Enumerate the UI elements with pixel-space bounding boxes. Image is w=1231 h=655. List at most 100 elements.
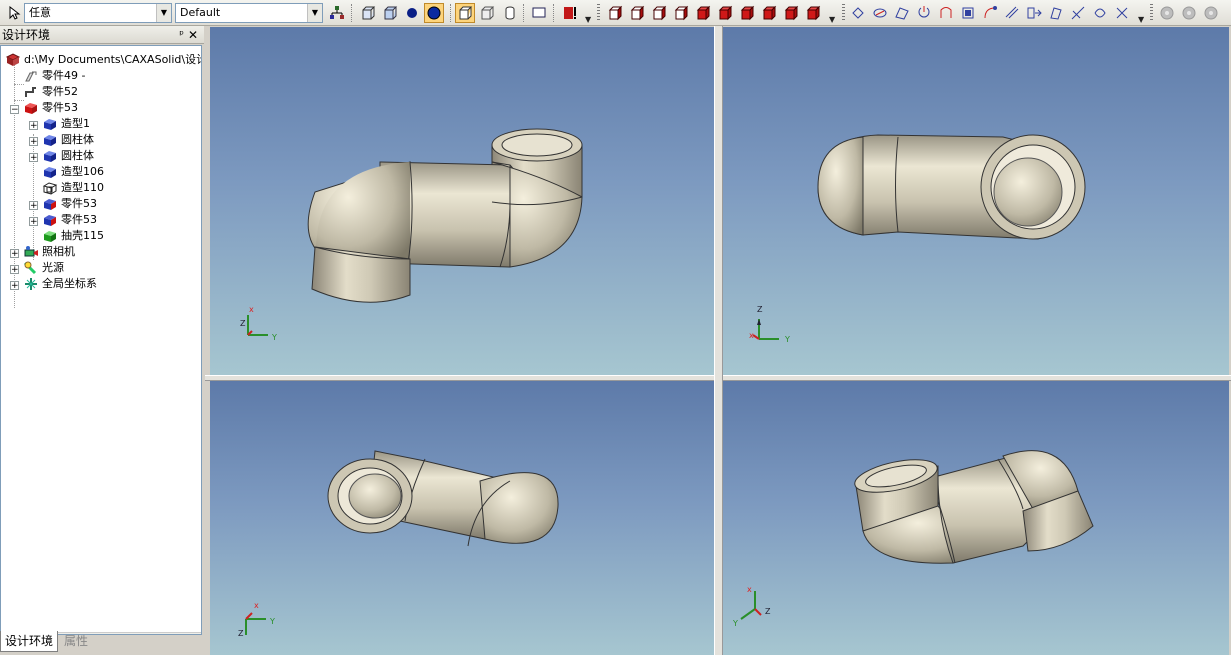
expand-toggle[interactable]: + [10, 281, 19, 291]
filter-combo[interactable]: 任意 ▼ [24, 3, 172, 23]
red-cube-tool-icon[interactable] [693, 3, 713, 23]
tree-node-shape1[interactable]: 造型1 [42, 116, 90, 132]
tree-node-cylinder-b[interactable]: 圆柱体 [42, 148, 94, 164]
feature-tool-icon[interactable] [980, 3, 1000, 23]
style-combo[interactable]: Default ▼ [175, 3, 323, 23]
toolbar-grip[interactable] [597, 4, 600, 22]
chevron-down-icon[interactable]: ▼ [1138, 15, 1144, 24]
feature-tool-icon[interactable] [936, 3, 956, 23]
tree-node-camera[interactable]: 照相机 [23, 244, 75, 260]
tree-node-cylinder-a[interactable]: 圆柱体 [42, 132, 94, 148]
pipe-model[interactable] [723, 381, 1229, 655]
tree-structure-icon[interactable] [327, 3, 347, 23]
box-view-icon[interactable] [358, 3, 378, 23]
blue-block-icon [42, 133, 58, 147]
wire-block-icon [42, 181, 58, 195]
solid-sphere-icon[interactable] [402, 3, 422, 23]
expand-toggle[interactable]: + [29, 201, 38, 211]
chevron-down-icon[interactable]: ▼ [585, 15, 591, 24]
main-toolbar: 任意 ▼ Default ▼ ▼ ▼ ▼ [0, 0, 1231, 26]
red-cube-tool-icon[interactable] [605, 3, 625, 23]
expand-toggle[interactable]: + [29, 137, 38, 147]
feature-tool-icon[interactable] [1002, 3, 1022, 23]
chevron-down-icon[interactable]: ▼ [307, 4, 322, 22]
red-cube-tool-icon[interactable] [803, 3, 823, 23]
feature-tool-icon[interactable] [1112, 3, 1132, 23]
feature-tool-icon[interactable] [848, 3, 868, 23]
expand-toggle[interactable]: + [29, 217, 38, 227]
red-cube-tool-icon[interactable] [781, 3, 801, 23]
axis-y-label: Y [733, 619, 738, 628]
axis-z-label: Z [757, 305, 763, 314]
close-icon[interactable]: ✕ [188, 26, 198, 44]
tree-node-label: 零件49 - [42, 69, 86, 82]
feature-tool-icon[interactable] [870, 3, 890, 23]
select-arrow-icon[interactable] [4, 3, 24, 23]
tab-properties[interactable]: 属性 [60, 631, 92, 651]
viewport-top-left[interactable]: x Z Y [210, 27, 714, 375]
wire-view-icon[interactable] [380, 3, 400, 23]
chevron-down-icon[interactable]: ▼ [829, 15, 835, 24]
collapse-toggle[interactable]: − [10, 105, 19, 115]
expand-toggle[interactable]: + [29, 153, 38, 163]
part-grey-icon [23, 69, 39, 83]
feature-tool-icon[interactable] [892, 3, 912, 23]
axis-z-label: Z [765, 607, 771, 616]
toolbar-grip[interactable] [842, 4, 845, 22]
render-mode-icon[interactable] [455, 3, 475, 23]
tree-node-label: 零件53 [61, 213, 97, 226]
panel-title-text: 设计环境 [2, 28, 51, 42]
design-tree[interactable]: d:\My Documents\CAXASolid\设计 零件49 - 零件52… [0, 45, 202, 635]
tree-node-label: 光源 [42, 261, 64, 274]
viewport-bottom-left[interactable]: x Y Z [210, 381, 714, 655]
tree-node-part53[interactable]: 零件53 [23, 100, 78, 116]
tree-node-part52[interactable]: 零件52 [23, 84, 78, 100]
red-cube-tool-icon[interactable] [715, 3, 735, 23]
design-root-icon [5, 53, 21, 67]
tree-node-part53-a[interactable]: 零件53 [42, 196, 97, 212]
pin-icon[interactable]: ᵖ [179, 26, 184, 44]
tree-node-shape110[interactable]: 造型110 [42, 180, 104, 196]
axis-x-label: x [747, 585, 752, 594]
red-cube-tool-icon[interactable] [671, 3, 691, 23]
panel-tabs: 设计环境 属性 [0, 631, 205, 653]
red-cube-tool-icon[interactable] [627, 3, 647, 23]
chevron-down-icon[interactable]: ▼ [156, 4, 171, 22]
viewport-top-right[interactable]: Z x Y [723, 27, 1229, 375]
tree-node-shape106[interactable]: 造型106 [42, 164, 104, 180]
feature-tool-icon[interactable] [1024, 3, 1044, 23]
feature-tool-icon[interactable] [914, 3, 934, 23]
expand-toggle[interactable]: + [10, 249, 19, 259]
light-icon [23, 261, 39, 275]
cylinder-icon[interactable] [500, 3, 520, 23]
tab-design-environment[interactable]: 设计环境 [0, 631, 59, 652]
red-cube-tool-icon[interactable] [649, 3, 669, 23]
tree-node-light[interactable]: 光源 [23, 260, 64, 276]
tree-node-part49[interactable]: 零件49 - [23, 68, 85, 84]
feature-tool-icon[interactable] [1090, 3, 1110, 23]
feature-tool-icon[interactable] [1046, 3, 1066, 23]
blue-block-icon [42, 117, 58, 131]
red-cube-tool-icon[interactable] [737, 3, 757, 23]
tree-node-part53-b[interactable]: 零件53 [42, 212, 97, 228]
feature-tool-icon[interactable] [1068, 3, 1088, 23]
tree-node-label: 照相机 [42, 245, 75, 258]
tree-node-label: d:\My Documents\CAXASolid\设计 [24, 53, 202, 66]
tree-node-root[interactable]: d:\My Documents\CAXASolid\设计 [5, 52, 202, 68]
expand-toggle[interactable]: + [10, 265, 19, 275]
shaded-sphere-icon[interactable] [424, 3, 444, 23]
toolbar-grip[interactable] [1150, 4, 1153, 22]
part-red-icon [42, 197, 58, 211]
warning-icon[interactable] [560, 3, 580, 23]
expand-toggle[interactable]: + [29, 121, 38, 131]
tree-node-label: 圆柱体 [61, 149, 94, 162]
feature-tool-icon[interactable] [958, 3, 978, 23]
cube-hidden-icon[interactable] [477, 3, 497, 23]
frame-icon[interactable] [529, 3, 549, 23]
viewport-vertical-splitter[interactable] [714, 26, 723, 655]
red-cube-tool-icon[interactable] [759, 3, 779, 23]
viewport-bottom-right[interactable]: x Z Y [723, 381, 1229, 655]
separator [523, 4, 526, 22]
tree-node-global-coords[interactable]: 全局坐标系 [23, 276, 97, 292]
tree-node-shell115[interactable]: 抽壳115 [42, 228, 104, 244]
